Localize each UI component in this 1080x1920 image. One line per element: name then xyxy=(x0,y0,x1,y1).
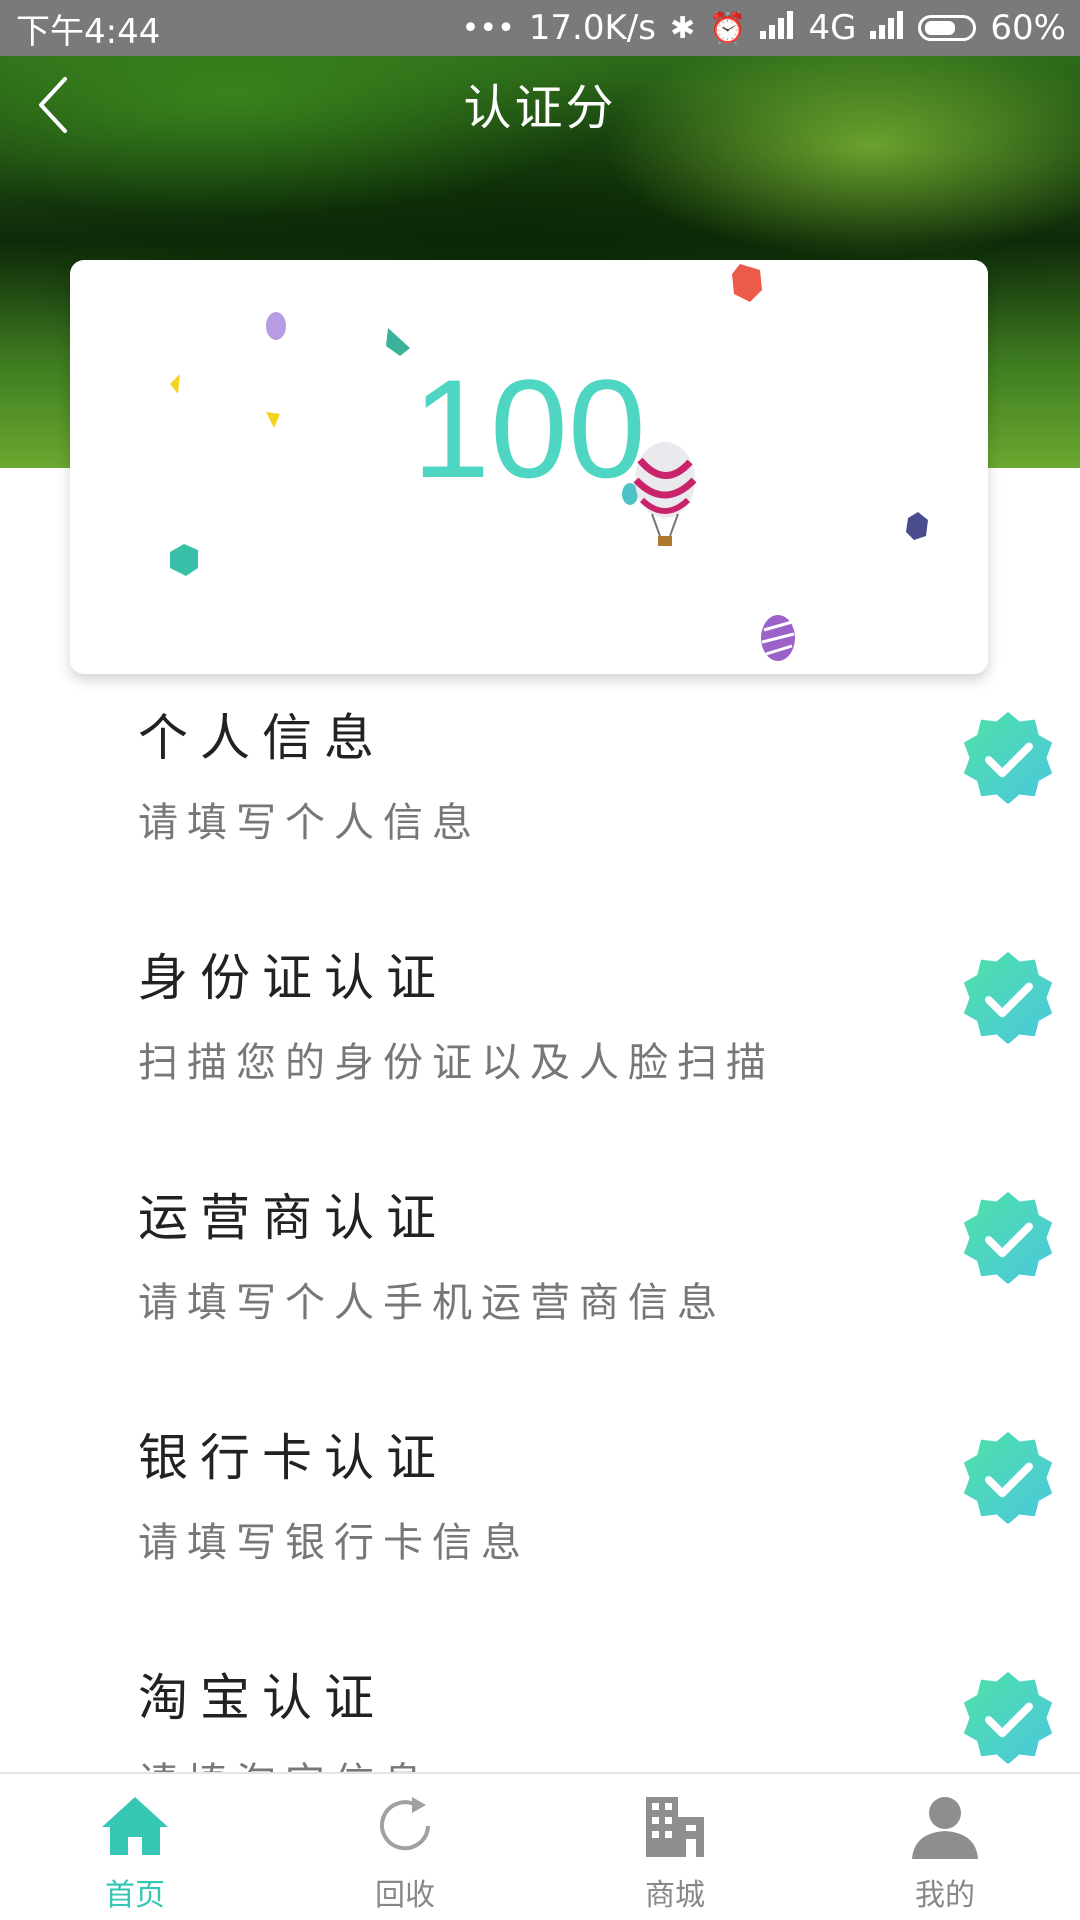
battery-percent: 60% xyxy=(990,8,1066,48)
alarm-icon: ⏰ xyxy=(709,10,747,46)
nav-label: 回收 xyxy=(375,1878,435,1913)
status-bar: 下午4:44 ••• 17.0K/s ✱ ⏰ 4G 60% xyxy=(0,0,1080,56)
status-time: 下午4:44 xyxy=(16,11,161,52)
bluetooth-icon: ✱ xyxy=(669,10,696,46)
signal-icon-2 xyxy=(870,8,904,48)
verified-check-icon xyxy=(963,1191,1053,1285)
building-icon xyxy=(635,1786,715,1866)
nav-recycle[interactable]: 回收 xyxy=(270,1774,540,1920)
refresh-icon xyxy=(365,1786,445,1866)
cert-item-id-card[interactable]: 身份证认证 扫描您的身份证以及人脸扫描 xyxy=(0,920,1080,1160)
nav-label: 首页 xyxy=(105,1878,165,1913)
nav-mine[interactable]: 我的 xyxy=(810,1774,1080,1920)
user-icon xyxy=(905,1786,985,1866)
bottom-nav: 首页 回收 商城 我的 xyxy=(0,1772,1080,1920)
battery-icon xyxy=(918,15,977,41)
cert-title: 身份证认证 xyxy=(138,949,448,1007)
verified-check-icon xyxy=(963,1431,1053,1525)
status-indicators: ••• 17.0K/s ✱ ⏰ 4G 60% xyxy=(462,8,1066,48)
cert-item-bank-card[interactable]: 银行卡认证 请填写银行卡信息 xyxy=(0,1400,1080,1640)
network-type: 4G xyxy=(808,8,857,48)
cert-title: 个人信息 xyxy=(138,709,386,767)
cert-title: 运营商认证 xyxy=(138,1189,448,1247)
nav-home[interactable]: 首页 xyxy=(0,1774,270,1920)
score-value: 100 xyxy=(412,350,646,507)
verified-check-icon xyxy=(963,951,1053,1045)
nav-label: 商城 xyxy=(645,1878,705,1913)
nav-mall[interactable]: 商城 xyxy=(540,1774,810,1920)
cert-desc: 请填写个人手机运营商信息 xyxy=(138,1280,726,1326)
cert-desc: 扫描您的身份证以及人脸扫描 xyxy=(138,1040,775,1086)
verified-check-icon xyxy=(963,711,1053,805)
nav-label: 我的 xyxy=(915,1878,975,1913)
cert-item-carrier[interactable]: 运营商认证 请填写个人手机运营商信息 xyxy=(0,1160,1080,1400)
cert-title: 淘宝认证 xyxy=(138,1669,386,1727)
cert-item-personal-info[interactable]: 个人信息 请填写个人信息 xyxy=(0,680,1080,920)
score-card: 100 xyxy=(70,260,988,674)
certification-list: 个人信息 请填写个人信息 身份证认证 扫描您的身份证以及人脸扫描 运营商认证 请… xyxy=(0,680,1080,1880)
cert-title: 银行卡认证 xyxy=(138,1429,448,1487)
signal-icon xyxy=(760,8,794,48)
home-icon xyxy=(95,1786,175,1866)
verified-check-icon xyxy=(963,1671,1053,1765)
cert-desc: 请填写个人信息 xyxy=(138,800,481,846)
status-dots: ••• xyxy=(461,10,515,46)
page-title: 认证分 xyxy=(463,80,617,136)
net-speed: 17.0K/s xyxy=(528,8,656,48)
cert-desc: 请填写银行卡信息 xyxy=(138,1520,530,1566)
